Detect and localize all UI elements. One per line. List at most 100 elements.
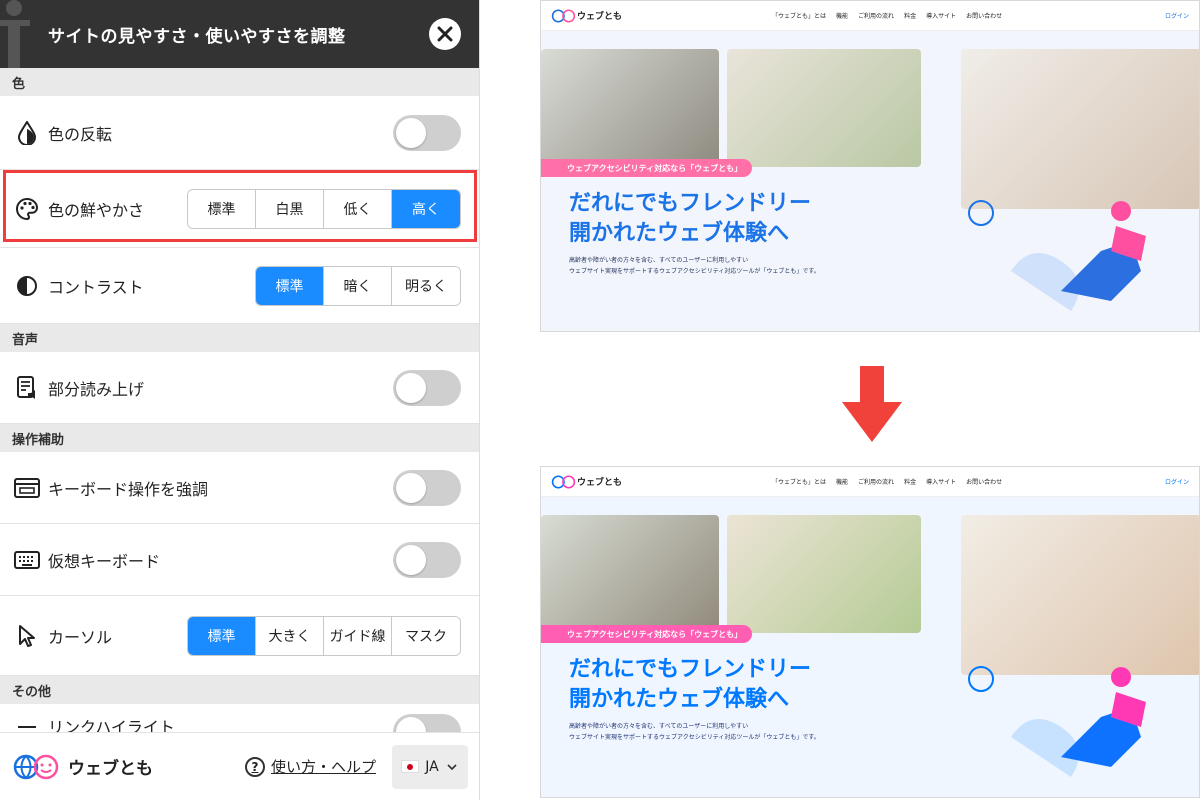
saturation-option[interactable]: 高く: [392, 189, 460, 228]
webtomo-logo-icon: [551, 9, 576, 22]
preview-nav: ウェブとも 「ウェブとも」とは 機能 ご利用の流れ 料金 導入サイト お問い合わ…: [541, 467, 1199, 497]
illustration-floating-girl: [968, 200, 1146, 311]
preview-login[interactable]: ログイン: [1165, 11, 1189, 20]
preview-menu-item[interactable]: お問い合わせ: [966, 477, 1002, 486]
help-link[interactable]: ? 使い方・ヘルプ: [244, 756, 376, 777]
preview-logo-text: ウェブとも: [577, 478, 623, 488]
toggle-knob: [396, 372, 426, 403]
preview-menu: 「ウェブとも」とは 機能 ご利用の流れ 料金 導入サイト お問い合わせ: [772, 477, 1002, 486]
document-speaker-icon: [14, 375, 40, 401]
sub-line: ウェブサイト実現をサポートするウェブアクセシビリティ対応ツールが「ウェブとも」で…: [569, 734, 820, 741]
toggle-knob: [396, 544, 426, 575]
row-virtual-keyboard: 仮想キーボード: [0, 524, 479, 596]
palette-icon: [14, 196, 40, 222]
invert-toggle[interactable]: [393, 114, 461, 151]
headline-line: 開かれたウェブ体験へ: [569, 221, 790, 246]
cursor-option[interactable]: ガイド線: [324, 616, 392, 655]
close-icon: [437, 26, 453, 42]
question-icon: ?: [244, 756, 265, 777]
sub-line: ウェブサイト実現をサポートするウェブアクセシビリティ対応ツールが「ウェブとも」で…: [569, 268, 820, 275]
preview-login[interactable]: ログイン: [1165, 477, 1189, 486]
preview-menu: 「ウェブとも」とは 機能 ご利用の流れ 料金 導入サイト お問い合わせ: [772, 11, 1002, 20]
preview-menu-item[interactable]: 機能: [836, 477, 848, 486]
chevron-down-icon: [447, 763, 457, 770]
preview-menu-item[interactable]: 料金: [904, 477, 916, 486]
row-cursor: カーソル 標準 大きく ガイド線 マスク: [0, 596, 479, 676]
preview-menu-item[interactable]: 料金: [904, 11, 916, 20]
language-select[interactable]: JA: [392, 744, 468, 789]
preview-sub: 高齢者や障がい者の方々を含む、すべてのユーザーに利用しやすい ウェブサイト実現を…: [569, 721, 820, 743]
accessibility-person-icon: [0, 0, 30, 68]
photo-elderly-woman: [727, 515, 921, 633]
japan-flag-icon: [401, 760, 420, 773]
panel-title: サイトの見やすさ・使いやすさを調整: [48, 26, 346, 47]
preview-before: ウェブとも 「ウェブとも」とは 機能 ご利用の流れ 料金 導入サイト お問い合わ…: [540, 0, 1200, 332]
illustration-floating-girl: [968, 666, 1146, 777]
row-label: カーソル: [48, 627, 113, 647]
headline-line: 開かれたウェブ体験へ: [569, 687, 790, 712]
saturation-option[interactable]: 白黒: [256, 189, 324, 228]
contrast-option[interactable]: 標準: [256, 266, 324, 305]
contrast-options: 標準 暗く 明るく: [255, 265, 461, 306]
section-color: 色: [0, 68, 479, 96]
row-read-aloud: 部分読み上げ: [0, 352, 479, 424]
brand-name: ウェブとも: [68, 759, 153, 779]
webtomo-logo-icon: [13, 754, 59, 779]
headline-line: だれにでもフレンドリー: [569, 191, 812, 216]
contrast-option[interactable]: 明るく: [392, 266, 460, 305]
cursor-option[interactable]: マスク: [392, 616, 460, 655]
contrast-option[interactable]: 暗く: [324, 266, 392, 305]
row-color-invert: 色の反転: [0, 96, 479, 170]
row-label: 色の鮮やかさ: [48, 200, 145, 220]
photo-young-man: [541, 515, 719, 633]
language-label: JA: [425, 758, 439, 775]
row-label: 色の反転: [48, 124, 113, 144]
preview-menu-item[interactable]: ご利用の流れ: [858, 11, 894, 20]
preview-tag: ウェブアクセシビリティ対応なら「ウェブとも」: [541, 159, 753, 177]
photo-elderly-woman: [727, 49, 921, 167]
arrow-down-icon: [842, 366, 902, 442]
webtomo-logo-icon: [551, 475, 576, 488]
toggle-knob: [396, 472, 426, 503]
preview-logo: ウェブとも: [551, 8, 622, 24]
close-button[interactable]: [429, 18, 461, 50]
cursor-option[interactable]: 大きく: [256, 616, 324, 655]
cursor-option[interactable]: 標準: [188, 616, 256, 655]
row-contrast: コントラスト 標準 暗く 明るく: [0, 248, 479, 324]
saturation-options: 標準 白黒 低く 高く: [187, 188, 461, 229]
preview-after: ウェブとも 「ウェブとも」とは 機能 ご利用の流れ 料金 導入サイト お問い合わ…: [540, 466, 1200, 798]
row-label: 仮想キーボード: [48, 551, 161, 571]
preview-logo-text: ウェブとも: [577, 12, 623, 22]
panel-header: サイトの見やすさ・使いやすさを調整: [0, 0, 479, 68]
preview-headline: だれにでもフレンドリー 開かれたウェブ体験へ: [569, 189, 811, 249]
row-saturation: 色の鮮やかさ 標準 白黒 低く 高く: [0, 170, 479, 248]
virtual-keyboard-toggle[interactable]: [393, 541, 461, 578]
row-keyboard-focus: キーボード操作を強調: [0, 452, 479, 524]
preview-logo: ウェブとも: [551, 474, 622, 490]
preview-menu-item[interactable]: 「ウェブとも」とは: [772, 477, 826, 486]
preview-menu-item[interactable]: 機能: [836, 11, 848, 20]
read-aloud-toggle[interactable]: [393, 369, 461, 406]
saturation-option[interactable]: 低く: [324, 189, 392, 228]
preview-menu-item[interactable]: ご利用の流れ: [858, 477, 894, 486]
cursor-icon: [14, 623, 40, 649]
saturation-option[interactable]: 標準: [188, 189, 256, 228]
preview-nav: ウェブとも 「ウェブとも」とは 機能 ご利用の流れ 料金 導入サイト お問い合わ…: [541, 1, 1199, 31]
help-label: 使い方・ヘルプ: [270, 758, 376, 776]
cursor-options: 標準 大きく ガイド線 マスク: [187, 615, 461, 656]
keyboard-focus-icon: [14, 475, 40, 501]
section-other: その他: [0, 676, 479, 704]
preview-menu-item[interactable]: 導入サイト: [926, 11, 956, 20]
preview-menu-item[interactable]: 「ウェブとも」とは: [772, 11, 826, 20]
brand-logo[interactable]: ウェブとも: [12, 752, 153, 782]
keyboard-focus-toggle[interactable]: [393, 469, 461, 506]
row-label: キーボード操作を強調: [48, 479, 209, 499]
photo-young-man: [541, 49, 719, 167]
headline-line: だれにでもフレンドリー: [569, 657, 812, 682]
keyboard-icon: [14, 547, 40, 573]
droplet-icon: [14, 120, 40, 146]
preview-menu-item[interactable]: 導入サイト: [926, 477, 956, 486]
contrast-icon: [14, 273, 40, 299]
preview-menu-item[interactable]: お問い合わせ: [966, 11, 1002, 20]
sub-line: 高齢者や障がい者の方々を含む、すべてのユーザーに利用しやすい: [569, 723, 749, 730]
